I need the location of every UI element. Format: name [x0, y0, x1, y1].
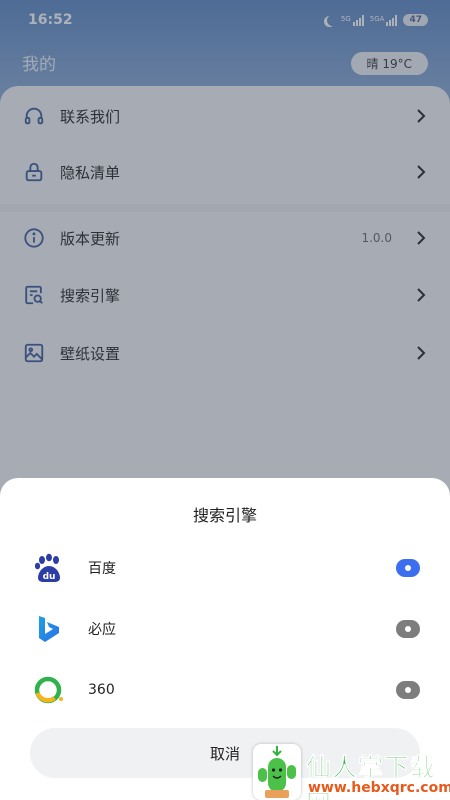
- bing-logo: [32, 612, 66, 646]
- option-label: 百度: [88, 561, 116, 577]
- svg-text:du: du: [43, 572, 56, 582]
- radio-unselected-icon[interactable]: [396, 681, 420, 699]
- option-bing[interactable]: 必应: [0, 605, 450, 653]
- 360-logo: [32, 673, 66, 707]
- option-label: 必应: [88, 622, 116, 638]
- watermark: 仙人掌下载网 www.hebxqrc.com: [250, 744, 450, 800]
- option-label: 360: [88, 682, 115, 698]
- option-360[interactable]: 360: [0, 666, 450, 714]
- cactus-logo: [253, 744, 301, 800]
- radio-unselected-icon[interactable]: [396, 620, 420, 638]
- option-baidu[interactable]: du 百度: [0, 544, 450, 592]
- radio-selected-icon[interactable]: [396, 559, 420, 577]
- baidu-logo: du: [32, 551, 66, 585]
- watermark-url: www.hebxqrc.com: [308, 780, 450, 796]
- sheet-title: 搜索引擎: [192, 506, 257, 525]
